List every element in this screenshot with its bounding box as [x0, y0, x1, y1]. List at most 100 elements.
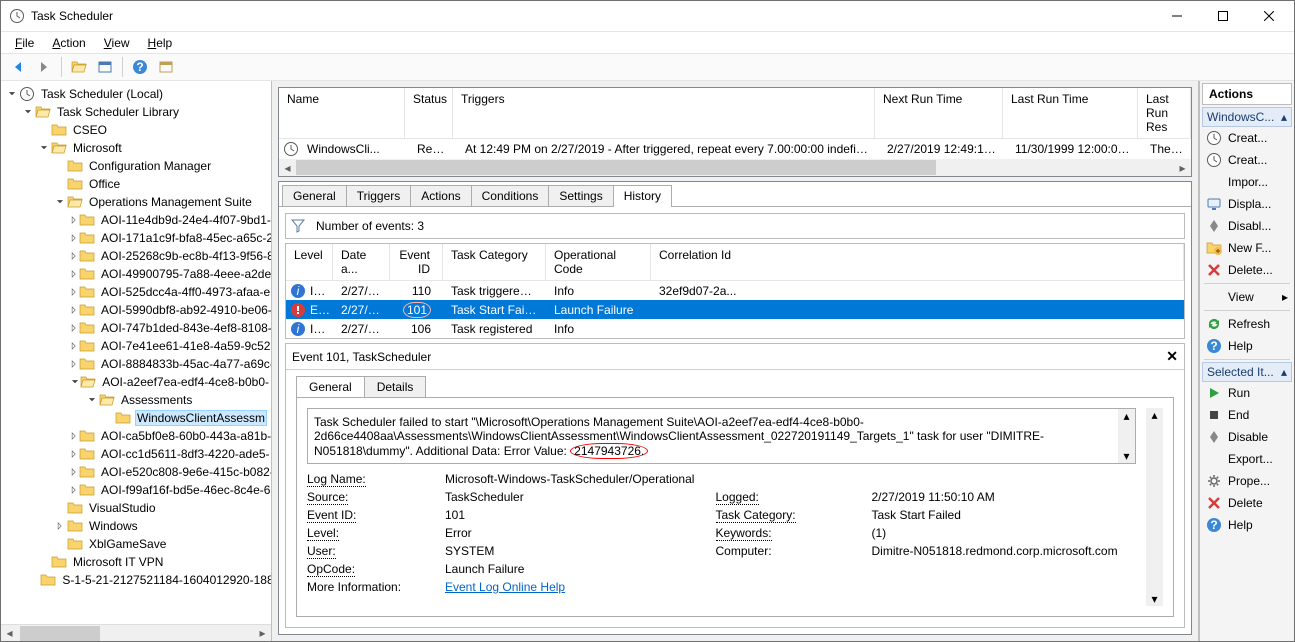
actions-group-task[interactable]: WindowsC...▴: [1202, 107, 1292, 127]
action-delete[interactable]: Delete...: [1202, 259, 1292, 281]
action-delete[interactable]: Delete: [1202, 492, 1292, 514]
refresh-icon: [1206, 316, 1222, 332]
funnel-icon[interactable]: [290, 218, 306, 234]
tree-oms-child-3[interactable]: AOI-49900795-7a88-4eee-a2de-: [1, 265, 271, 283]
nav-back-button[interactable]: [6, 55, 30, 79]
action-disable[interactable]: Disable: [1202, 426, 1292, 448]
event-row-1[interactable]: Error 2/27/2... 101 Task Start Failed La…: [286, 300, 1184, 319]
tree-aoi-selected[interactable]: AOI-a2eef7ea-edf4-4ce8-b0b0-: [1, 373, 271, 391]
menu-help[interactable]: Help: [140, 34, 181, 52]
tool-panel-button[interactable]: [93, 55, 117, 79]
run-icon: [1206, 385, 1222, 401]
tree-oms-after-2[interactable]: AOI-e520c808-9e6e-415c-b082-: [1, 463, 271, 481]
tab-settings[interactable]: Settings: [548, 185, 613, 206]
action-export[interactable]: Export...: [1202, 448, 1292, 470]
tree-office[interactable]: Office: [1, 175, 271, 193]
tree-oms-child-5[interactable]: AOI-5990dbf8-ab92-4910-be06-: [1, 301, 271, 319]
folder-open-icon: [35, 104, 51, 120]
ecol-op[interactable]: Operational Code: [546, 244, 651, 281]
action-view[interactable]: View▸: [1202, 286, 1292, 308]
tree-cseo[interactable]: CSEO: [1, 121, 271, 139]
action-creat[interactable]: Creat...: [1202, 127, 1292, 149]
tab-triggers[interactable]: Triggers: [346, 185, 412, 206]
menu-view[interactable]: View: [96, 34, 138, 52]
action-impor[interactable]: Impor...: [1202, 171, 1292, 193]
tree-oms-child-8[interactable]: AOI-8884833b-45ac-4a77-a69c-: [1, 355, 271, 373]
ecol-level[interactable]: Level: [286, 244, 333, 281]
ed-tab-general[interactable]: General: [296, 376, 365, 397]
event-row-0[interactable]: Inf... 2/27/2... 110 Task triggered ... …: [286, 281, 1184, 300]
menu-action[interactable]: Action: [44, 34, 93, 52]
tab-conditions[interactable]: Conditions: [471, 185, 550, 206]
kv-logname: Microsoft-Windows-TaskScheduler/Operatio…: [445, 472, 1136, 486]
tree-root[interactable]: Task Scheduler (Local): [1, 85, 271, 103]
tree-s1[interactable]: S-1-5-21-2127521184-1604012920-1887: [1, 571, 271, 589]
tree-configmgr[interactable]: Configuration Manager: [1, 157, 271, 175]
tab-actions[interactable]: Actions: [410, 185, 471, 206]
menu-file[interactable]: File: [7, 34, 42, 52]
action-creat[interactable]: Creat...: [1202, 149, 1292, 171]
action-newf[interactable]: New F...: [1202, 237, 1292, 259]
col-result[interactable]: Last Run Res: [1138, 88, 1191, 138]
tree-assessments[interactable]: Assessments: [1, 391, 271, 409]
tree-oms-after-1[interactable]: AOI-cc1d5611-8df3-4220-ade5-: [1, 445, 271, 463]
action-run[interactable]: Run: [1202, 382, 1292, 404]
ecol-eventid[interactable]: Event ID: [390, 244, 443, 281]
disable-icon: [1206, 218, 1222, 234]
event-row-2[interactable]: Inf... 2/27/2... 106 Task registered Inf…: [286, 319, 1184, 338]
close-button[interactable]: [1246, 1, 1292, 31]
tool-folders-button[interactable]: [67, 55, 91, 79]
ecol-corr[interactable]: Correlation Id: [651, 244, 1184, 281]
col-triggers[interactable]: Triggers: [453, 88, 875, 138]
maximize-button[interactable]: [1200, 1, 1246, 31]
tree-wca[interactable]: WindowsClientAssessm: [1, 409, 271, 427]
clock-icon: [1206, 152, 1222, 168]
action-refresh[interactable]: Refresh: [1202, 313, 1292, 335]
tree-oms-child-2[interactable]: AOI-25268c9b-ec8b-4f13-9f56-8: [1, 247, 271, 265]
tree-h-scrollbar[interactable]: ◂▸: [1, 624, 271, 641]
task-last: 11/30/1999 12:00:00 AM: [1007, 142, 1142, 156]
tree-microsoft[interactable]: Microsoft: [1, 139, 271, 157]
ecol-date[interactable]: Date a...: [333, 244, 390, 281]
col-status[interactable]: Status: [405, 88, 453, 138]
display-icon: [1206, 196, 1222, 212]
action-prope[interactable]: Prope...: [1202, 470, 1292, 492]
event-log-help-link[interactable]: Event Log Online Help: [445, 580, 565, 594]
minimize-button[interactable]: [1154, 1, 1200, 31]
tab-general[interactable]: General: [282, 185, 347, 206]
tree-oms-child-1[interactable]: AOI-171a1c9f-bfa8-45ec-a65c-2: [1, 229, 271, 247]
tree-oms-after-0[interactable]: AOI-ca5bf0e8-60b0-443a-a81b-: [1, 427, 271, 445]
task-h-scrollbar[interactable]: ◂▸: [279, 159, 1191, 176]
tree-oms-child-7[interactable]: AOI-7e41ee61-41e8-4a59-9c52-: [1, 337, 271, 355]
col-last[interactable]: Last Run Time: [1003, 88, 1138, 138]
col-next[interactable]: Next Run Time: [875, 88, 1003, 138]
action-displa[interactable]: Displa...: [1202, 193, 1292, 215]
action-help[interactable]: Help: [1202, 335, 1292, 357]
tool-help-button[interactable]: [128, 55, 152, 79]
tree-oms-child-6[interactable]: AOI-747b1ded-843e-4ef8-8108-: [1, 319, 271, 337]
kv-computer: Dimitre-N051818.redmond.corp.microsoft.c…: [872, 544, 1137, 558]
tree-windows[interactable]: Windows: [1, 517, 271, 535]
tree-xbl[interactable]: XblGameSave: [1, 535, 271, 553]
tree-oms-child-4[interactable]: AOI-525dcc4a-4ff0-4973-afaa-e: [1, 283, 271, 301]
action-end[interactable]: End: [1202, 404, 1292, 426]
action-disabl[interactable]: Disabl...: [1202, 215, 1292, 237]
tree-oms[interactable]: Operations Management Suite: [1, 193, 271, 211]
action-help[interactable]: Help: [1202, 514, 1292, 536]
tree-oms-after-3[interactable]: AOI-f99af16f-bd5e-46ec-8c4e-6: [1, 481, 271, 499]
tab-history[interactable]: History: [613, 185, 672, 206]
msg-v-scrollbar[interactable]: ▴▾: [1118, 409, 1135, 463]
tree-oms-child-0[interactable]: AOI-11e4db9d-24e4-4f07-9bd1-: [1, 211, 271, 229]
ed-tab-details[interactable]: Details: [364, 376, 427, 397]
event-detail-close[interactable]: ✕: [1166, 348, 1178, 365]
task-row[interactable]: WindowsCli... Ready At 12:49 PM on 2/27/…: [279, 139, 1191, 159]
tree-library[interactable]: Task Scheduler Library: [1, 103, 271, 121]
nav-forward-button[interactable]: [32, 55, 56, 79]
tree-msitvpn[interactable]: Microsoft IT VPN: [1, 553, 271, 571]
tree-vs[interactable]: VisualStudio: [1, 499, 271, 517]
ecol-cat[interactable]: Task Category: [443, 244, 546, 281]
detail-v-scrollbar[interactable]: ▴▾: [1146, 408, 1163, 606]
actions-group-selected[interactable]: Selected It...▴: [1202, 362, 1292, 382]
tool-panel2-button[interactable]: [154, 55, 178, 79]
col-name[interactable]: Name: [279, 88, 405, 138]
